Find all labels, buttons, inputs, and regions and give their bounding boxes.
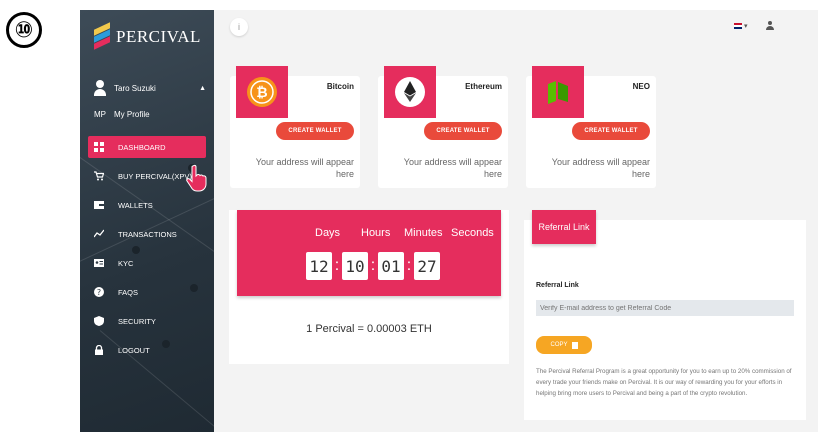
referral-description: The Percival Referral Program is a great… bbox=[536, 368, 792, 397]
minutes-value: 01 bbox=[378, 252, 404, 280]
separator: : bbox=[334, 257, 340, 274]
sidebar-item-label: KYC bbox=[118, 258, 134, 268]
profile-label: My Profile bbox=[114, 110, 150, 119]
lock-icon bbox=[94, 345, 104, 355]
create-wallet-button[interactable]: CREATE WALLET bbox=[424, 122, 502, 140]
sidebar-item-my-profile[interactable]: MP My Profile bbox=[94, 110, 150, 119]
neo-icon bbox=[548, 81, 568, 104]
copy-button[interactable]: COPY bbox=[536, 336, 592, 354]
neo-wallet-card: NEO CREATE WALLET Your address will appe… bbox=[526, 66, 656, 188]
create-wallet-button[interactable]: CREATE WALLET bbox=[276, 122, 354, 140]
cart-icon bbox=[94, 171, 104, 181]
bitcoin-icon: ₿ bbox=[247, 77, 277, 107]
chevron-down-icon: ▾ bbox=[744, 23, 748, 30]
separator: : bbox=[370, 257, 376, 274]
wallet-address-placeholder: Your address will appear here bbox=[551, 157, 650, 179]
profile-initials: MP bbox=[94, 110, 106, 119]
hours-label: Hours bbox=[361, 227, 391, 239]
sidebar-item-label: BUY PERCIVAL(XPV) bbox=[118, 171, 192, 181]
sidebar-item-transactions[interactable]: TRANSACTIONS bbox=[88, 223, 206, 245]
sidebar-item-label: LOGOUT bbox=[118, 345, 150, 355]
svg-text:?: ? bbox=[97, 288, 101, 297]
bitcoin-wallet-card: ₿ Bitcoin CREATE WALLET Your address wil… bbox=[230, 66, 360, 188]
chart-line-icon bbox=[94, 229, 104, 239]
hours-value: 10 bbox=[342, 252, 368, 280]
dashboard-icon bbox=[94, 142, 104, 152]
days-label: Days bbox=[315, 227, 341, 239]
uk-flag-icon bbox=[734, 23, 742, 29]
minutes-label: Minutes bbox=[404, 227, 443, 239]
sidebar-item-label: DASHBOARD bbox=[118, 142, 166, 152]
sidebar-item-label: FAQS bbox=[118, 287, 139, 297]
referral-tab: Referral Link bbox=[532, 210, 596, 244]
countdown-timer: Days Hours Minutes Seconds 12 : 10 : 01 … bbox=[237, 210, 501, 296]
referral-card: Referral Link Referral Link COPY The Per… bbox=[524, 210, 806, 420]
shield-icon bbox=[94, 316, 104, 326]
ethereum-wallet-card: Ethereum CREATE WALLET Your address will… bbox=[378, 66, 508, 188]
referral-link-label: Referral Link bbox=[536, 282, 579, 289]
language-selector[interactable]: ▾ bbox=[734, 22, 748, 30]
sidebar-item-wallets[interactable]: WALLETS bbox=[88, 194, 206, 216]
create-wallet-button[interactable]: CREATE WALLET bbox=[572, 122, 650, 140]
wallet-address-placeholder: Your address will appear here bbox=[403, 157, 502, 179]
exchange-rate: 1 Percival = 0.00003 ETH bbox=[306, 323, 432, 335]
coin-name: Ethereum bbox=[465, 82, 502, 91]
user-menu[interactable]: Taro Suzuki ▲ bbox=[94, 80, 206, 96]
svg-text:₿: ₿ bbox=[256, 85, 267, 101]
sidebar-item-kyc[interactable]: KYC bbox=[88, 252, 206, 274]
countdown-labels: Days Hours Minutes Seconds bbox=[315, 227, 494, 239]
question-icon: ? bbox=[94, 287, 104, 297]
sidebar-item-label: SECURITY bbox=[118, 316, 156, 326]
user-icon bbox=[94, 80, 106, 96]
ethereum-icon bbox=[395, 77, 425, 107]
sidebar-item-faqs[interactable]: ? FAQS bbox=[88, 281, 206, 303]
copy-label: COPY bbox=[550, 342, 568, 348]
wallet-address-placeholder: Your address will appear here bbox=[255, 157, 354, 179]
sidebar-item-label: WALLETS bbox=[118, 200, 153, 210]
main-content: i ▾ ₿ Bitcoin CREATE WALLET Your address… bbox=[214, 10, 818, 432]
sidebar-item-label: TRANSACTIONS bbox=[118, 229, 177, 239]
countdown-digits: 12 : 10 : 01 : 27 bbox=[306, 252, 440, 280]
sidebar-item-dashboard[interactable]: DASHBOARD bbox=[88, 136, 206, 158]
coin-name: NEO bbox=[632, 82, 650, 91]
id-card-icon bbox=[94, 258, 104, 268]
sidebar-item-logout[interactable]: LOGOUT bbox=[88, 339, 206, 361]
sidebar: PERCIVAL Taro Suzuki ▲ MP My Profile DAS… bbox=[80, 10, 214, 432]
coin-name: Bitcoin bbox=[326, 82, 354, 91]
days-value: 12 bbox=[306, 252, 332, 280]
seconds-value: 27 bbox=[414, 252, 440, 280]
sidebar-item-security[interactable]: SECURITY bbox=[88, 310, 206, 332]
caret-up-icon: ▲ bbox=[199, 84, 206, 92]
separator: : bbox=[406, 257, 412, 274]
info-button[interactable]: i bbox=[230, 18, 248, 36]
step-badge: ⑩ bbox=[6, 12, 42, 48]
countdown-card: Days Hours Minutes Seconds 12 : 10 : 01 … bbox=[229, 210, 509, 364]
pointing-hand-icon bbox=[186, 164, 208, 192]
brand[interactable]: PERCIVAL bbox=[94, 22, 201, 50]
neo-logo-tile bbox=[532, 66, 584, 118]
wallet-icon bbox=[94, 200, 104, 210]
user-account-icon[interactable] bbox=[766, 21, 774, 31]
bitcoin-logo-tile: ₿ bbox=[236, 66, 288, 118]
referral-link-input[interactable] bbox=[536, 300, 794, 316]
percival-logo-icon bbox=[94, 22, 110, 50]
user-name: Taro Suzuki bbox=[114, 83, 156, 93]
ethereum-logo-tile bbox=[384, 66, 436, 118]
copy-icon bbox=[571, 341, 578, 349]
brand-name: PERCIVAL bbox=[116, 27, 201, 46]
seconds-label: Seconds bbox=[451, 227, 494, 239]
